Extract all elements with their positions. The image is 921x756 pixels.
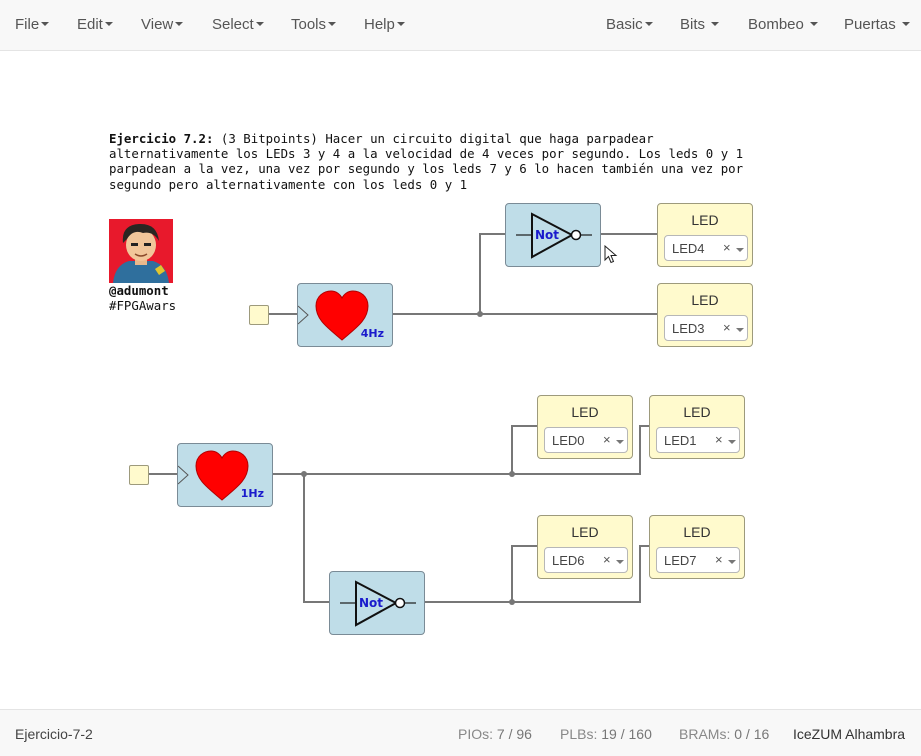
- clear-icon[interactable]: ×: [723, 320, 731, 335]
- menu-edit[interactable]: Edit: [77, 16, 113, 33]
- caret-down-icon: [41, 22, 50, 26]
- led-title: LED: [683, 404, 711, 420]
- led-title: LED: [571, 404, 599, 420]
- led-pin-value: LED4: [672, 241, 705, 256]
- led-pin-value: LED1: [664, 433, 697, 448]
- wire[interactable]: [303, 474, 330, 603]
- caret-down-icon: [901, 22, 910, 26]
- mouse-cursor-icon: [604, 245, 618, 264]
- project-name: Ejercicio-7-2: [15, 726, 93, 742]
- blinker-4hz-block[interactable]: 4Hz: [297, 283, 393, 347]
- caret-down-icon: [644, 22, 653, 26]
- led-title: LED: [691, 212, 719, 228]
- wire-junction: [509, 471, 515, 477]
- pios-value: 7 / 96: [496, 726, 532, 742]
- led-pin-value: LED0: [552, 433, 585, 448]
- clear-icon[interactable]: ×: [603, 552, 611, 567]
- menu-bar: File Edit View Select Tools Help Basic B…: [0, 0, 921, 51]
- author-handle: @adumont: [109, 283, 169, 298]
- caret-down-icon: [104, 22, 113, 26]
- led-title: LED: [571, 524, 599, 540]
- status-bar: Ejercicio-7-2 PIOs: 7 / 96 PLBs: 19 / 16…: [0, 709, 921, 756]
- led-pin-select[interactable]: LED4 ×: [664, 235, 748, 261]
- wire[interactable]: [511, 545, 538, 602]
- caret-down-icon: [396, 22, 405, 26]
- pios-label: PIOs:: [458, 726, 494, 742]
- led-block-led1[interactable]: LED LED1 ×: [649, 395, 745, 459]
- led-pin-select[interactable]: LED7 ×: [656, 547, 740, 573]
- wire-junction: [509, 599, 515, 605]
- clear-icon[interactable]: ×: [723, 240, 731, 255]
- not-gate-block[interactable]: Not: [329, 571, 425, 635]
- chevron-down-icon[interactable]: [728, 560, 736, 564]
- exercise-title: Ejercicio 7.2:: [109, 131, 214, 146]
- caret-down-icon: [711, 22, 720, 26]
- chevron-down-icon[interactable]: [728, 440, 736, 444]
- not-gate-block[interactable]: Not: [505, 203, 601, 267]
- caret-down-icon: [810, 22, 819, 26]
- wire[interactable]: [511, 425, 538, 474]
- chevron-down-icon[interactable]: [616, 440, 624, 444]
- not-gate-label: Not: [359, 596, 384, 610]
- wire[interactable]: [479, 233, 506, 314]
- brams-usage: BRAMs: 0 / 16: [679, 726, 769, 742]
- menu-file[interactable]: File: [15, 16, 50, 33]
- board-name[interactable]: IceZUM Alhambra: [793, 726, 905, 742]
- led-pin-value: LED6: [552, 553, 585, 568]
- brams-label: BRAMs:: [679, 726, 731, 742]
- plbs-value: 19 / 160: [601, 726, 652, 742]
- menu-bombeo[interactable]: Bombeo: [748, 16, 819, 33]
- menu-help[interactable]: Help: [364, 16, 405, 33]
- led-pin-select[interactable]: LED0 ×: [544, 427, 628, 453]
- led-title: LED: [691, 292, 719, 308]
- chevron-down-icon[interactable]: [736, 248, 744, 252]
- wire-junction: [301, 471, 307, 477]
- menu-tools[interactable]: Tools: [291, 16, 337, 33]
- led-block-led4[interactable]: LED LED4 ×: [657, 203, 753, 267]
- design-canvas[interactable]: Ejercicio 7.2: (3 Bitpoints) Hacer un ci…: [0, 51, 921, 709]
- blinker-1hz-block[interactable]: 1Hz: [177, 443, 273, 507]
- avatar: [109, 219, 173, 283]
- clear-icon[interactable]: ×: [603, 432, 611, 447]
- frequency-label: 4Hz: [360, 327, 384, 340]
- pios-usage: PIOs: 7 / 96: [458, 726, 532, 742]
- led-pin-value: LED3: [672, 321, 705, 336]
- exercise-description: Ejercicio 7.2: (3 Bitpoints) Hacer un ci…: [109, 131, 759, 192]
- caret-down-icon: [328, 22, 337, 26]
- caret-down-icon: [255, 22, 264, 26]
- led-pin-select[interactable]: LED1 ×: [656, 427, 740, 453]
- led-pin-select[interactable]: LED6 ×: [544, 547, 628, 573]
- plbs-usage: PLBs: 19 / 160: [560, 726, 652, 742]
- led-block-led7[interactable]: LED LED7 ×: [649, 515, 745, 579]
- led-pin-select[interactable]: LED3 ×: [664, 315, 748, 341]
- frequency-label: 1Hz: [240, 487, 264, 500]
- not-gate-label: Not: [535, 228, 560, 242]
- input-port[interactable]: [249, 305, 269, 325]
- chevron-down-icon[interactable]: [736, 328, 744, 332]
- led-block-led6[interactable]: LED LED6 ×: [537, 515, 633, 579]
- chevron-down-icon[interactable]: [616, 560, 624, 564]
- menu-basic[interactable]: Basic: [606, 16, 653, 33]
- menu-select[interactable]: Select: [212, 16, 264, 33]
- led-block-led0[interactable]: LED LED0 ×: [537, 395, 633, 459]
- led-title: LED: [683, 524, 711, 540]
- menu-bits[interactable]: Bits: [680, 16, 720, 33]
- hashtag: #FPGAwars: [109, 298, 177, 313]
- plbs-label: PLBs:: [560, 726, 598, 742]
- caret-down-icon: [175, 22, 184, 26]
- clear-icon[interactable]: ×: [715, 552, 723, 567]
- menu-puertas[interactable]: Puertas: [844, 16, 910, 33]
- wire-junction: [477, 311, 483, 317]
- input-port[interactable]: [129, 465, 149, 485]
- credits: @adumont #FPGAwars: [109, 283, 176, 313]
- led-pin-value: LED7: [664, 553, 697, 568]
- clear-icon[interactable]: ×: [715, 432, 723, 447]
- led-block-led3[interactable]: LED LED3 ×: [657, 283, 753, 347]
- menu-view[interactable]: View: [141, 16, 184, 33]
- brams-value: 0 / 16: [734, 726, 770, 742]
